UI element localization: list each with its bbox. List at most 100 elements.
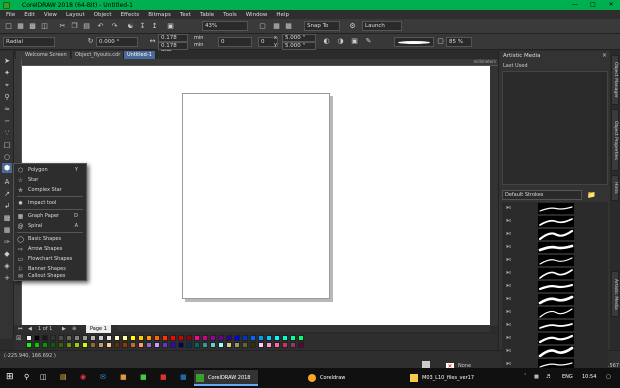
windows-start-icon[interactable]: ⊞ [6,372,14,382]
menu-view[interactable]: View [44,12,57,18]
color-swatch[interactable] [266,342,272,348]
color-swatch[interactable] [98,335,104,341]
file-explorer-icon[interactable]: ▤ [60,373,67,381]
color-swatch[interactable] [242,335,248,341]
crop-tool-icon[interactable]: ⌖ [2,80,12,90]
task-view-icon[interactable]: ◫ [40,373,47,381]
color-swatch[interactable] [138,342,144,348]
flyout-item-callout-shapes[interactable]: ✉ Callout Shapes [14,272,86,281]
color-swatch[interactable] [242,342,248,348]
color-swatch[interactable] [82,335,88,341]
menu-edit[interactable]: Edit [24,12,35,18]
flyout-item-complex-star[interactable]: ✯ Complex Star [14,186,86,195]
menu-window[interactable]: Window [246,12,268,18]
color-swatch[interactable] [178,335,184,341]
color-swatch[interactable] [202,335,208,341]
color-swatch[interactable] [274,335,280,341]
color-swatch[interactable] [58,342,64,348]
close-button[interactable]: ✕ [602,0,620,10]
color-swatch[interactable] [122,342,128,348]
color-swatch[interactable] [26,342,32,348]
browse-folder-icon[interactable]: 📁 [587,191,596,199]
color-swatch[interactable] [202,342,208,348]
prev-page-icon[interactable]: ◀ [28,325,32,333]
flyout-item-flowchart-shapes[interactable]: ▭ Flowchart Shapes [14,255,86,264]
color-swatch[interactable] [258,342,264,348]
color-swatch[interactable] [234,342,240,348]
taskbar-folder[interactable]: M03_L10_files_ver17 [408,370,482,386]
horizontal-ruler[interactable]: millimeters [22,59,498,66]
drop-shadow-tool-icon[interactable]: ▩ [2,213,12,223]
stepper-field-1[interactable]: 0 [218,37,252,47]
horizontal-scrollbar[interactable] [118,325,490,332]
color-swatch[interactable] [66,335,72,341]
color-swatch[interactable] [186,342,192,348]
fill-type-select[interactable]: Radial [3,37,55,47]
minimize-button[interactable]: — [566,0,584,10]
color-swatch[interactable] [290,342,296,348]
interactive-fill-tool-icon[interactable]: ◆ [2,249,12,259]
color-swatch[interactable] [226,335,232,341]
flyout-item-impact-tool[interactable]: ✹ Impact tool [14,199,86,208]
lock-icon[interactable]: ▣ [350,37,359,46]
color-swatch[interactable] [50,335,56,341]
launch-select[interactable]: Launch [362,21,402,31]
shape-tool-icon[interactable]: ✦ [2,68,12,78]
menu-bitmaps[interactable]: Bitmaps [148,12,171,18]
color-swatch[interactable] [218,342,224,348]
redo-icon[interactable]: ↷ [110,22,119,31]
undo-icon[interactable]: ↶ [96,22,105,31]
stroke-preset-row[interactable]: ⧑ [502,319,608,332]
flyout-item-basic-shapes[interactable]: ◯ Basic Shapes [14,235,86,244]
stroke-preset-row[interactable]: ⧑ [502,293,608,306]
menu-effects[interactable]: Effects [121,12,140,18]
browser-icon[interactable]: ◉ [80,373,86,381]
app-icon[interactable]: ■ [120,373,127,381]
docker-close-icon[interactable]: × [602,52,607,59]
width-field[interactable]: 0.178 mm [158,34,188,47]
color-swatch[interactable] [34,335,40,341]
side-tab-object-manager[interactable]: Object Manager [611,55,619,105]
color-swatch[interactable] [122,335,128,341]
menu-tools[interactable]: Tools [223,12,237,18]
ellipse-tool-icon[interactable]: ○ [2,152,12,162]
color-swatch[interactable] [178,342,184,348]
gradient-icon[interactable]: ◑ [336,37,345,46]
color-swatch[interactable] [146,342,152,348]
language-indicator[interactable]: ENG [562,374,573,380]
parallel-dimension-tool-icon[interactable]: ↗ [2,189,12,199]
color-swatch[interactable] [50,342,56,348]
height-field[interactable]: 0.178 mm [158,42,188,55]
color-swatch[interactable] [218,335,224,341]
text-tool-icon[interactable]: A [2,177,12,187]
color-swatch[interactable] [90,335,96,341]
color-swatch[interactable] [98,342,104,348]
side-tab-object-properties[interactable]: Object Properties [611,109,619,171]
color-swatch[interactable] [274,342,280,348]
color-swatch[interactable] [106,335,112,341]
color-swatch[interactable] [74,335,80,341]
open-icon[interactable]: ▦ [16,22,25,31]
grid-icon[interactable]: ▦ [284,22,293,31]
color-swatch[interactable] [170,342,176,348]
artistic-media-tool-icon[interactable]: ∵ [2,128,12,138]
zoom-level-select[interactable]: 43% [202,21,248,31]
color-swatch[interactable] [250,335,256,341]
color-swatch[interactable] [42,335,48,341]
add-tool-icon[interactable]: + [2,273,12,283]
new-document-icon[interactable]: □ [4,22,13,31]
menu-layout[interactable]: Layout [66,12,85,18]
edit-fill-icon[interactable]: ✎ [364,37,373,46]
cut-icon[interactable]: ✂ [58,22,67,31]
stroke-preset-row[interactable]: ⧑ [502,345,608,358]
stroke-preset-row[interactable]: ⧑ [502,202,608,215]
print-icon[interactable]: ◫ [40,22,49,31]
color-swatch[interactable] [90,342,96,348]
rulers-icon[interactable]: ▦ [272,22,281,31]
freehand-tool-icon[interactable]: ≈ [2,104,12,114]
flyout-item-polygon[interactable]: ⬡ Polygon Y [14,166,86,175]
color-swatch[interactable] [82,342,88,348]
stroke-preset-row[interactable]: ⧑ [502,241,608,254]
color-swatch[interactable] [210,335,216,341]
color-swatch[interactable] [34,342,40,348]
